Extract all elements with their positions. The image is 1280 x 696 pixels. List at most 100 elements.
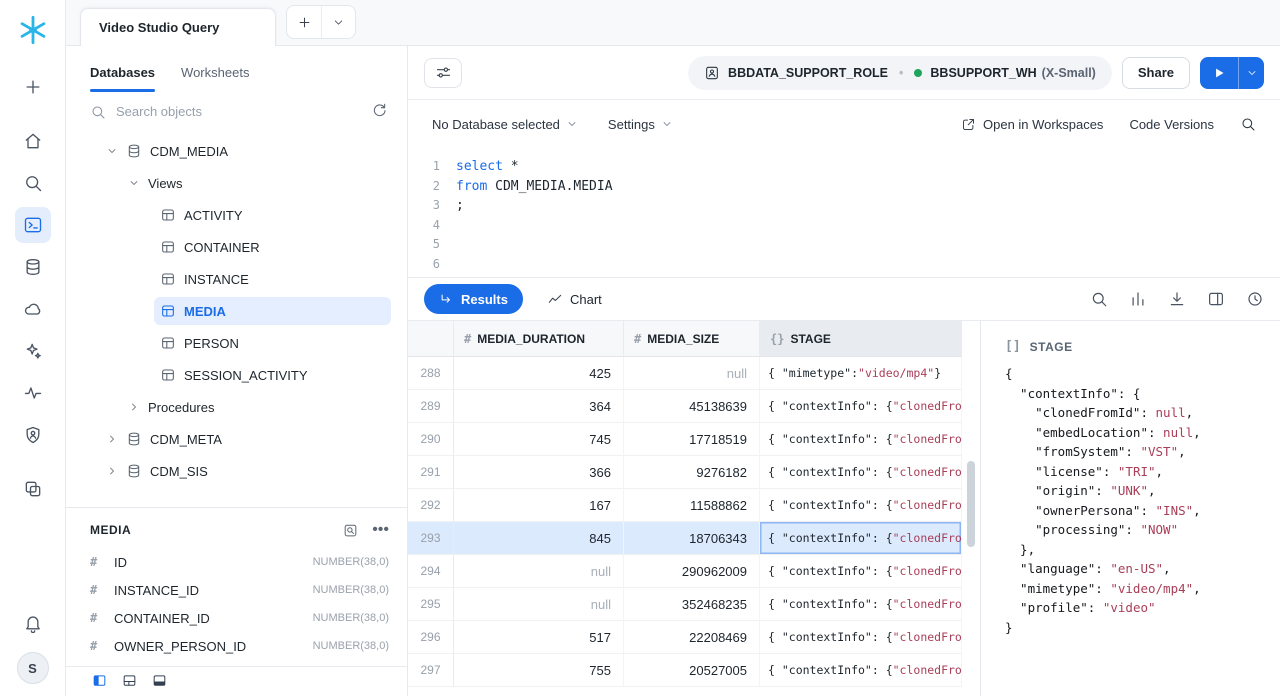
result-row-294[interactable]: 294null290962009{ "contextInfo": { "clon… <box>408 555 980 588</box>
cell-stage[interactable]: { "contextInfo": { "clonedFro <box>760 489 962 522</box>
column-header-media-duration[interactable]: # MEDIA_DURATION <box>454 321 624 357</box>
run-options-button[interactable] <box>1238 57 1264 89</box>
share-button[interactable]: Share <box>1122 57 1190 89</box>
cell-stage[interactable]: { "mimetype": "video/mp4"} <box>760 357 962 390</box>
cell-media-size[interactable]: 290962009 <box>624 555 760 588</box>
nav-admin[interactable] <box>15 417 51 453</box>
result-row-288[interactable]: 288425null{ "mimetype": "video/mp4"} <box>408 357 980 390</box>
snowflake-logo-icon[interactable] <box>17 14 49 46</box>
chevron-down-icon[interactable] <box>128 177 140 189</box>
sql-line-6[interactable]: 6 <box>408 255 1280 275</box>
search-results-button[interactable] <box>1090 290 1108 308</box>
tree-item-procedures[interactable]: Procedures <box>66 391 407 423</box>
toggle-split-panel-button[interactable] <box>122 673 137 691</box>
nav-home[interactable] <box>15 123 51 159</box>
sql-line-1[interactable]: 1select * <box>408 157 1280 177</box>
tree-item-views[interactable]: Views <box>66 167 407 199</box>
tree-item-person[interactable]: PERSON <box>66 327 407 359</box>
worksheet-options-button[interactable] <box>424 58 462 88</box>
nav-data[interactable] <box>15 249 51 285</box>
search-columns-button[interactable] <box>343 523 358 538</box>
query-history-button[interactable] <box>1246 290 1264 308</box>
sql-line-4[interactable]: 4 <box>408 216 1280 236</box>
object-column-container-id[interactable]: #CONTAINER_IDNUMBER(38,0) <box>66 604 407 632</box>
sql-line-2[interactable]: 2from CDM_MEDIA.MEDIA <box>408 177 1280 197</box>
object-column-instance-id[interactable]: #INSTANCE_IDNUMBER(38,0) <box>66 576 407 604</box>
download-results-button[interactable] <box>1168 290 1186 308</box>
cell-stage[interactable]: { "contextInfo": { "clonedFro <box>760 456 962 489</box>
new-button[interactable] <box>15 69 51 105</box>
results-tab[interactable]: Results <box>424 284 523 314</box>
cell-stage[interactable]: { "contextInfo": { "clonedFro <box>760 555 962 588</box>
open-in-workspaces-link[interactable]: Open in Workspaces <box>961 117 1103 132</box>
tree-item-session-activity[interactable]: SESSION_ACTIVITY <box>66 359 407 391</box>
cell-media-duration[interactable]: 167 <box>454 489 624 522</box>
column-header-media-size[interactable]: # MEDIA_SIZE <box>624 321 760 357</box>
nav-activity[interactable] <box>15 375 51 411</box>
cell-media-size[interactable]: null <box>624 357 760 390</box>
cell-media-duration[interactable]: null <box>454 555 624 588</box>
chevron-right-icon[interactable] <box>106 465 118 477</box>
cell-media-duration[interactable]: 364 <box>454 390 624 423</box>
result-row-297[interactable]: 29775520527005{ "contextInfo": { "cloned… <box>408 654 980 687</box>
result-row-292[interactable]: 29216711588862{ "contextInfo": { "cloned… <box>408 489 980 522</box>
tree-item-cdm-meta[interactable]: CDM_META <box>66 423 407 455</box>
editor-search-button[interactable] <box>1240 116 1256 132</box>
refresh-button[interactable] <box>371 102 387 121</box>
cell-media-duration[interactable]: null <box>454 588 624 621</box>
tree-item-cdm-media[interactable]: CDM_MEDIA <box>66 135 407 167</box>
cell-stage[interactable]: { "contextInfo": { "clonedFro <box>760 621 962 654</box>
worksheet-tab-active[interactable]: Video Studio Query <box>80 8 276 46</box>
sql-editor[interactable]: 1select *2from CDM_MEDIA.MEDIA3;456 <box>408 148 1280 277</box>
nav-worksheets[interactable] <box>15 207 51 243</box>
nav-apps[interactable] <box>15 471 51 507</box>
settings-menu[interactable]: Settings <box>608 117 673 132</box>
cell-media-duration[interactable]: 755 <box>454 654 624 687</box>
cell-media-size[interactable]: 45138639 <box>624 390 760 423</box>
cell-media-size[interactable]: 20527005 <box>624 654 760 687</box>
user-avatar[interactable]: S <box>17 652 49 684</box>
cell-stage[interactable]: { "contextInfo": { "clonedFro <box>760 654 962 687</box>
tab-worksheets[interactable]: Worksheets <box>181 46 249 98</box>
nav-marketplace[interactable] <box>15 291 51 327</box>
database-selector[interactable]: No Database selected <box>432 117 578 132</box>
nav-search[interactable] <box>15 165 51 201</box>
cell-media-size[interactable]: 11588862 <box>624 489 760 522</box>
object-more-button[interactable]: ••• <box>372 522 389 538</box>
cell-stage[interactable]: { "contextInfo": { "clonedFro <box>760 588 962 621</box>
object-column-owner-person-id[interactable]: #OWNER_PERSON_IDNUMBER(38,0) <box>66 632 407 660</box>
chevron-right-icon[interactable] <box>128 401 140 413</box>
cell-media-duration[interactable]: 366 <box>454 456 624 489</box>
cell-stage[interactable]: { "contextInfo": { "clonedFro <box>760 522 962 555</box>
tree-item-activity[interactable]: ACTIVITY <box>66 199 407 231</box>
result-row-295[interactable]: 295null352468235{ "contextInfo": { "clon… <box>408 588 980 621</box>
cell-media-size[interactable]: 352468235 <box>624 588 760 621</box>
cell-media-size[interactable]: 18706343 <box>624 522 760 555</box>
object-column-id[interactable]: #IDNUMBER(38,0) <box>66 548 407 576</box>
tree-item-cdm-sis[interactable]: CDM_SIS <box>66 455 407 487</box>
cell-media-duration[interactable]: 517 <box>454 621 624 654</box>
sql-line-5[interactable]: 5 <box>408 235 1280 255</box>
grid-scrollbar[interactable] <box>965 357 977 692</box>
cell-media-duration[interactable]: 425 <box>454 357 624 390</box>
cell-stage[interactable]: { "contextInfo": { "clonedFro <box>760 423 962 456</box>
cell-media-size[interactable]: 17718519 <box>624 423 760 456</box>
tab-list-dropdown-button[interactable] <box>321 6 355 38</box>
cell-media-size[interactable]: 9276182 <box>624 456 760 489</box>
result-row-293[interactable]: 29384518706343{ "contextInfo": { "cloned… <box>408 522 980 555</box>
search-objects-input[interactable] <box>116 104 361 119</box>
column-stats-button[interactable] <box>1129 290 1147 308</box>
cell-media-duration[interactable]: 745 <box>454 423 624 456</box>
tree-item-media[interactable]: MEDIA <box>66 295 407 327</box>
new-worksheet-tab-button[interactable] <box>287 6 321 38</box>
cell-stage[interactable]: { "contextInfo": { "clonedFro <box>760 390 962 423</box>
tab-databases[interactable]: Databases <box>90 46 155 98</box>
result-row-289[interactable]: 28936445138639{ "contextInfo": { "cloned… <box>408 390 980 423</box>
result-row-296[interactable]: 29651722208469{ "contextInfo": { "cloned… <box>408 621 980 654</box>
chevron-right-icon[interactable] <box>106 433 118 445</box>
result-row-290[interactable]: 29074517718519{ "contextInfo": { "cloned… <box>408 423 980 456</box>
chevron-down-icon[interactable] <box>106 145 118 157</box>
run-button[interactable] <box>1200 57 1238 89</box>
nav-copilot[interactable] <box>15 333 51 369</box>
toggle-bottom-panel-button[interactable] <box>152 673 167 691</box>
